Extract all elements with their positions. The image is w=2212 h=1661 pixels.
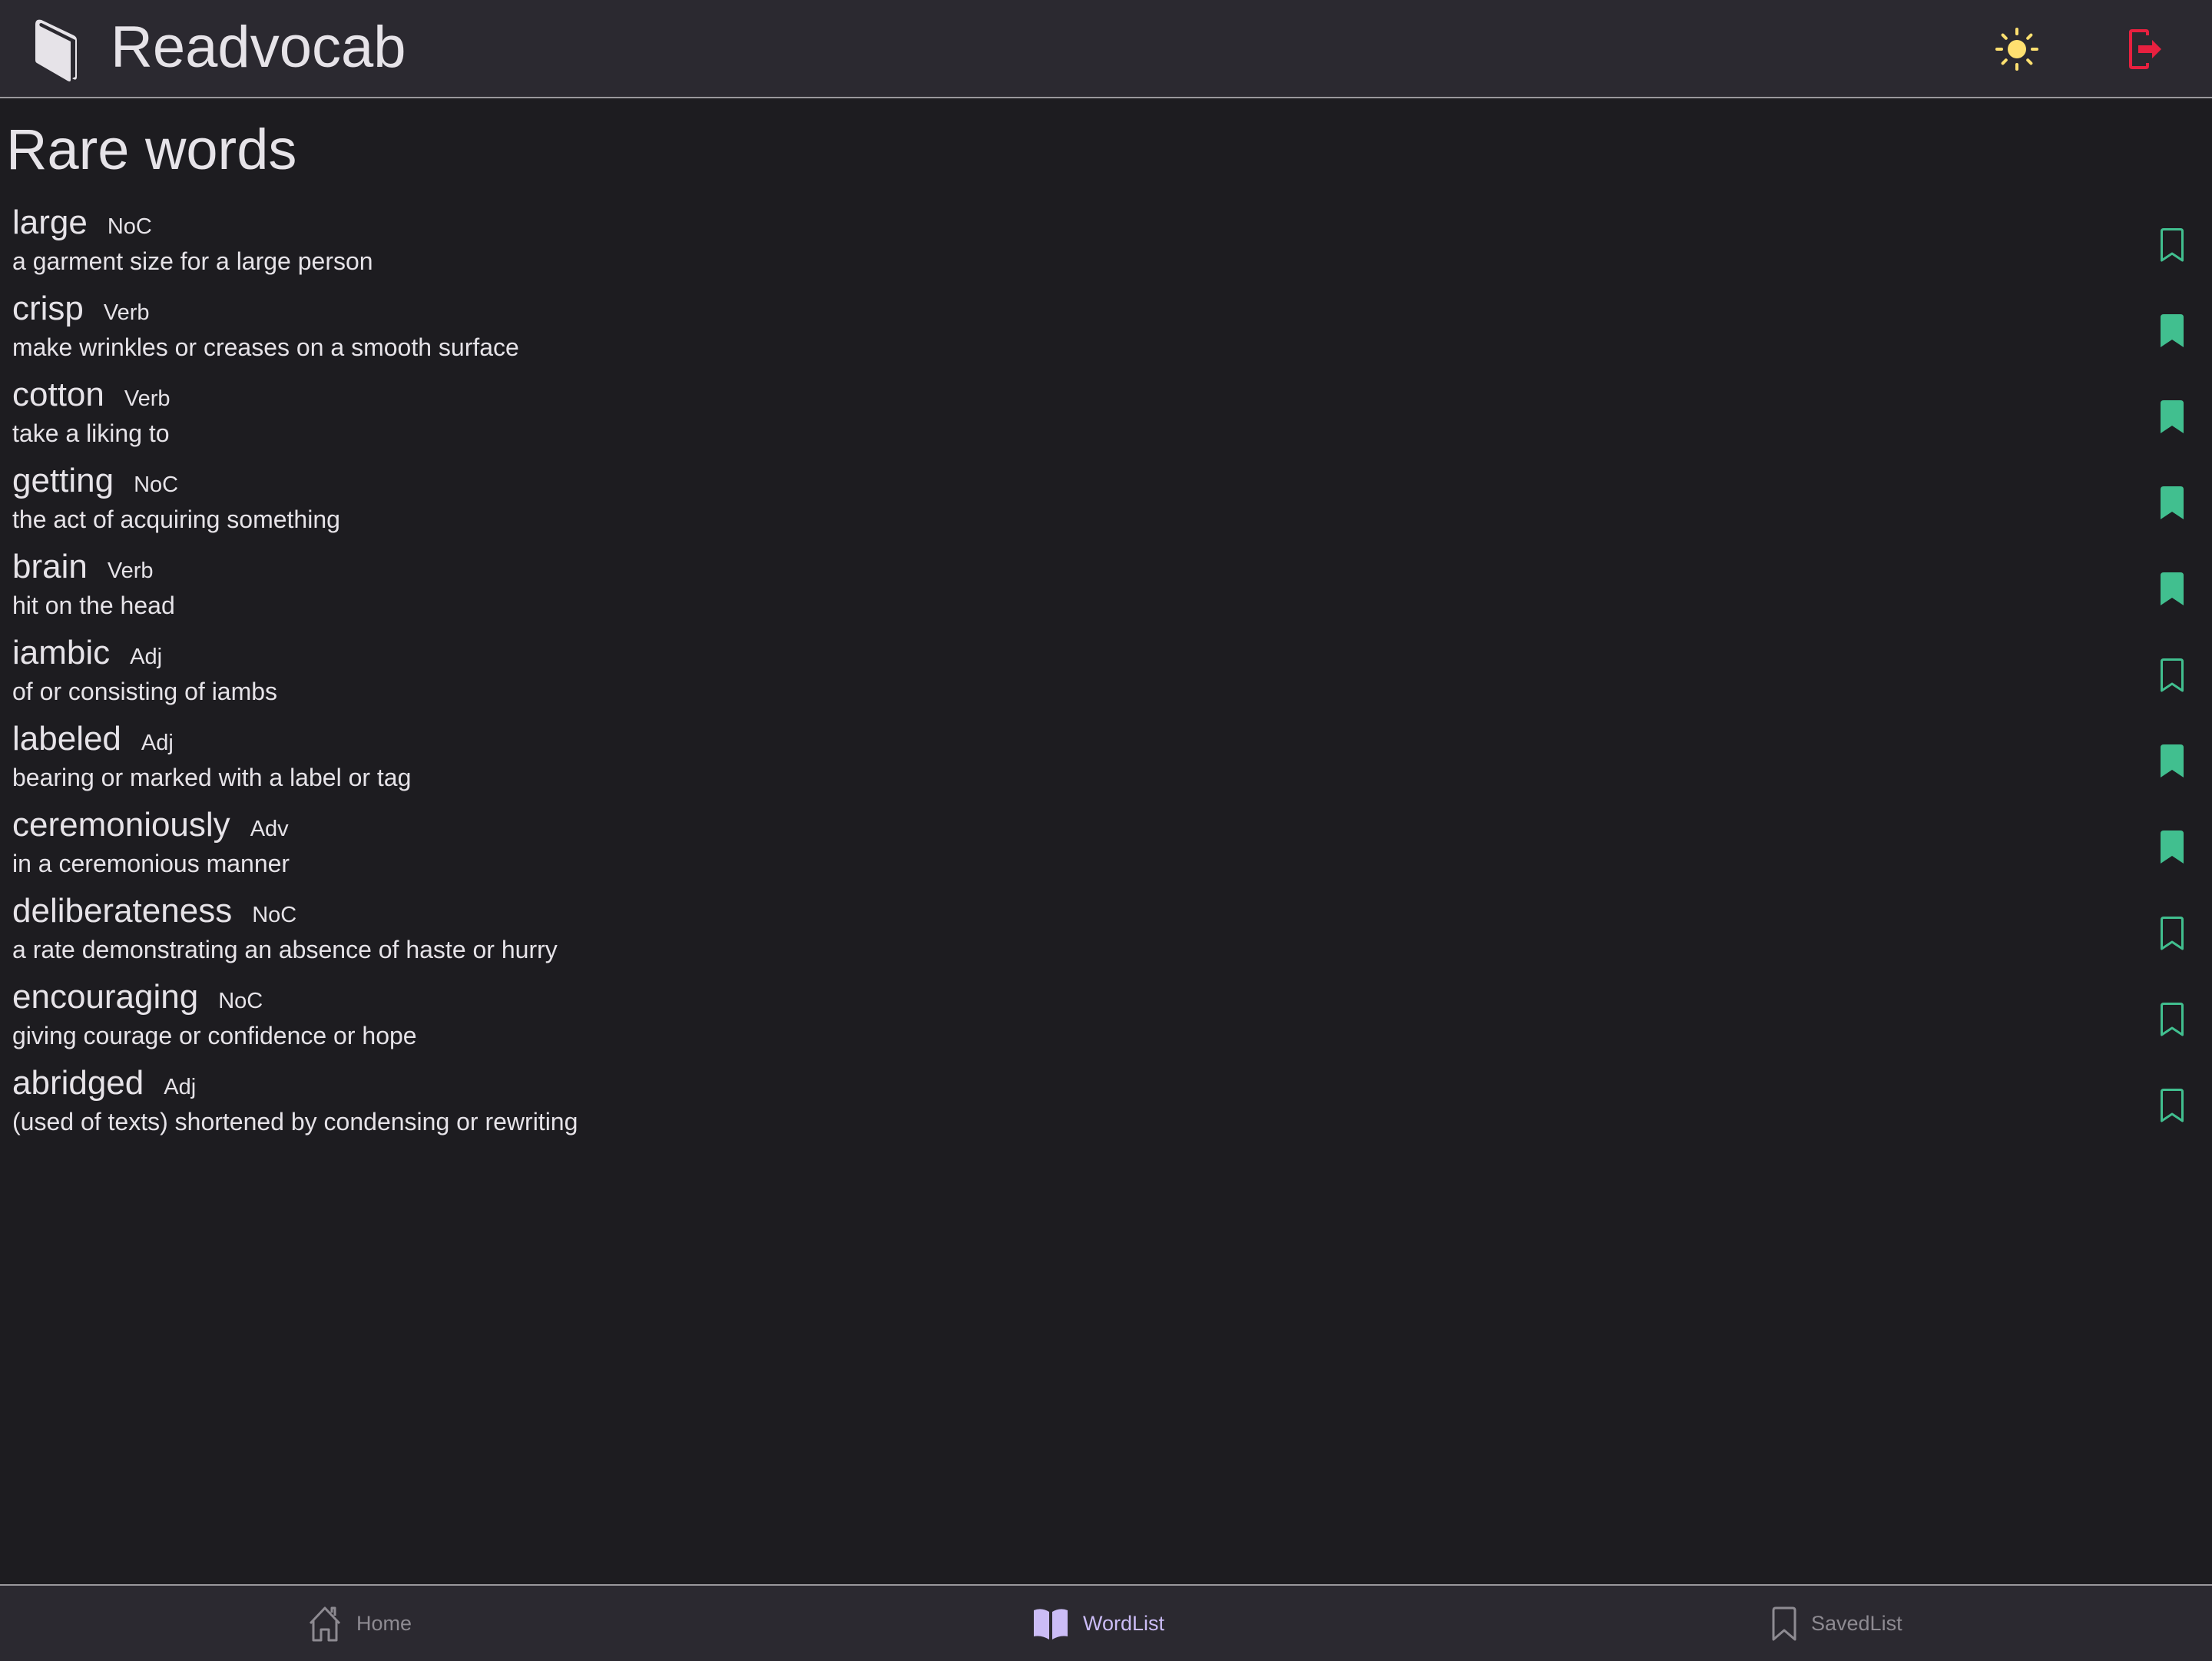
nav-wordlist[interactable]: WordList bbox=[1032, 1586, 1164, 1661]
word-line: iambic Adj bbox=[12, 633, 162, 673]
word-line: crisp Verb bbox=[12, 289, 150, 329]
bookmark-filled-icon[interactable] bbox=[2160, 313, 2184, 349]
word-term: ceremoniously bbox=[12, 806, 230, 844]
sun-icon[interactable] bbox=[1994, 26, 2040, 72]
bookmark-outline-icon[interactable] bbox=[2160, 658, 2184, 693]
word-line: encouraging NoC bbox=[12, 977, 263, 1017]
word-definition: hit on the head bbox=[12, 592, 175, 619]
word-definition: a rate demonstrating an absence of haste… bbox=[12, 936, 558, 963]
nav-savedlist-label: SavedList bbox=[1811, 1611, 1902, 1635]
word-pos: Adj bbox=[164, 1075, 197, 1099]
bookmark-icon bbox=[1772, 1606, 1796, 1641]
word-pos: NoC bbox=[218, 989, 263, 1013]
word-definition: the act of acquiring something bbox=[12, 506, 340, 533]
word-line: brain Verb bbox=[12, 547, 154, 587]
word-pos: NoC bbox=[134, 472, 179, 497]
word-pos: Adj bbox=[141, 731, 174, 755]
word-pos: NoC bbox=[107, 214, 152, 239]
word-term: brain bbox=[12, 548, 88, 585]
bottom-nav: Home WordList SavedList bbox=[0, 1584, 2212, 1661]
word-line: labeled Adj bbox=[12, 719, 174, 759]
app-title: Readvocab bbox=[111, 15, 406, 80]
word-term: cotton bbox=[12, 376, 104, 413]
bookmark-filled-icon[interactable] bbox=[2160, 830, 2184, 865]
bookmark-filled-icon[interactable] bbox=[2160, 572, 2184, 607]
word-line: deliberateness NoC bbox=[12, 891, 296, 931]
word-row: getting NoC the act of acquiring something bbox=[0, 459, 2212, 545]
nav-home[interactable]: Home bbox=[307, 1586, 412, 1661]
bookmark-outline-icon[interactable] bbox=[2160, 1002, 2184, 1037]
word-row: labeled Adj bearing or marked with a label… bbox=[0, 718, 2212, 804]
word-term: labeled bbox=[12, 720, 121, 758]
word-pos: Verb bbox=[124, 386, 171, 411]
word-definition: (used of texts) shortened by condensing … bbox=[12, 1108, 578, 1136]
word-line: ceremoniously Adv bbox=[12, 805, 289, 845]
word-row: cotton Verb take a liking to bbox=[0, 373, 2212, 459]
nav-home-label: Home bbox=[356, 1611, 412, 1635]
word-line: getting NoC bbox=[12, 461, 178, 501]
word-term: encouraging bbox=[12, 978, 199, 1016]
open-book-icon bbox=[1034, 1609, 1068, 1639]
word-row: crisp Verb make wrinkles or creases on a s… bbox=[0, 287, 2212, 373]
bookmark-outline-icon[interactable] bbox=[2160, 1088, 2184, 1123]
word-definition: giving courage or confidence or hope bbox=[12, 1022, 417, 1049]
word-definition: in a ceremonious manner bbox=[12, 850, 290, 877]
word-row: large NoC a garment size for a large perso… bbox=[0, 201, 2212, 287]
word-definition: a garment size for a large person bbox=[12, 247, 373, 275]
bookmark-filled-icon[interactable] bbox=[2160, 744, 2184, 779]
word-term: crisp bbox=[12, 290, 84, 327]
word-row: ceremoniously Adv in a ceremonious manner bbox=[0, 804, 2212, 890]
page-title: Rare words bbox=[6, 118, 297, 181]
word-pos: Verb bbox=[103, 300, 150, 325]
word-line: cotton Verb bbox=[12, 375, 171, 415]
word-definition: bearing or marked with a label or tag bbox=[12, 764, 412, 791]
word-row: encouraging NoC giving courage or confiden… bbox=[0, 976, 2212, 1062]
bookmark-filled-icon[interactable] bbox=[2160, 400, 2184, 435]
nav-wordlist-label: WordList bbox=[1083, 1611, 1165, 1635]
nav-savedlist[interactable]: SavedList bbox=[1771, 1586, 1902, 1661]
word-list: large NoC a garment size for a large perso… bbox=[0, 201, 2212, 1148]
word-term: large bbox=[12, 204, 88, 241]
word-term: getting bbox=[12, 462, 114, 499]
word-term: iambic bbox=[12, 634, 111, 671]
word-line: abridged Adj bbox=[12, 1063, 196, 1103]
word-definition: make wrinkles or creases on a smooth sur… bbox=[12, 333, 519, 361]
word-row: iambic Adj of or consisting of iambs bbox=[0, 632, 2212, 718]
bookmark-outline-icon[interactable] bbox=[2160, 916, 2184, 951]
word-row: deliberateness NoC a rate demonstrating an… bbox=[0, 890, 2212, 976]
word-row: brain Verb hit on the head bbox=[0, 545, 2212, 632]
home-icon bbox=[309, 1606, 341, 1642]
word-term: abridged bbox=[12, 1064, 144, 1102]
word-line: large NoC bbox=[12, 203, 152, 243]
word-pos: NoC bbox=[252, 903, 297, 927]
book-icon bbox=[35, 19, 77, 81]
word-term: deliberateness bbox=[12, 892, 233, 930]
word-row: abridged Adj (used of texts) shortened by … bbox=[0, 1062, 2212, 1148]
bookmark-filled-icon[interactable] bbox=[2160, 486, 2184, 521]
word-pos: Adv bbox=[250, 817, 289, 841]
word-pos: Adj bbox=[130, 645, 163, 669]
word-pos: Verb bbox=[107, 559, 154, 583]
app-header: Readvocab bbox=[0, 0, 2212, 98]
logout-icon[interactable] bbox=[2128, 29, 2166, 69]
word-definition: take a liking to bbox=[12, 419, 170, 447]
word-definition: of or consisting of iambs bbox=[12, 678, 278, 705]
bookmark-outline-icon[interactable] bbox=[2160, 227, 2184, 263]
